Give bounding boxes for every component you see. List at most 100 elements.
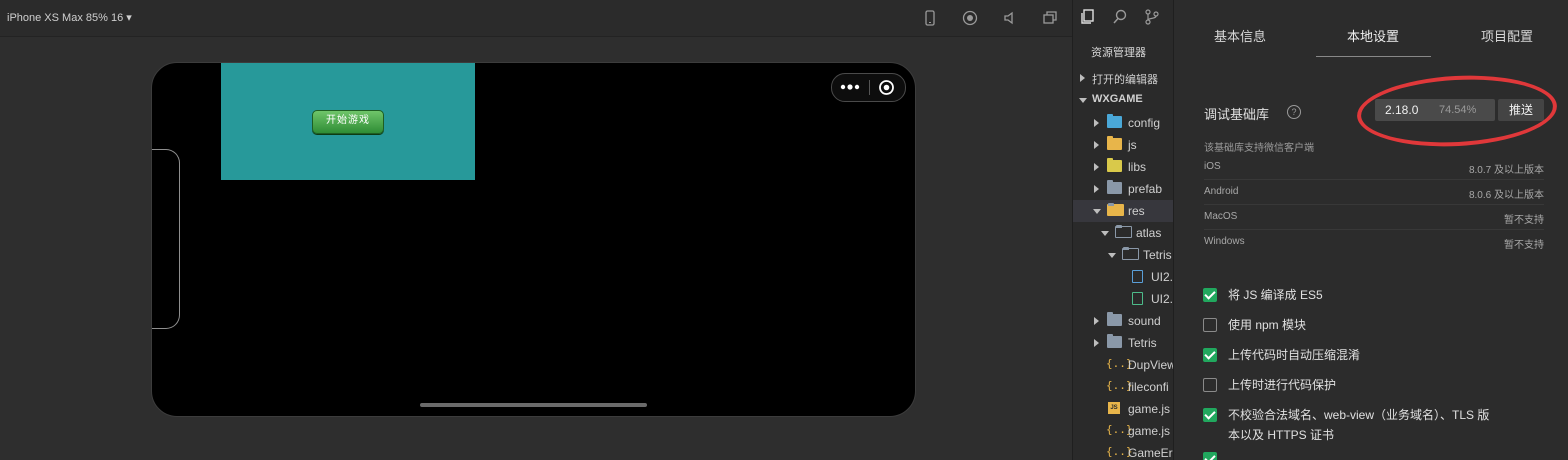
phone-screen[interactable]: 开始游戏	[151, 62, 916, 417]
checkbox-unchecked[interactable]	[1203, 318, 1217, 332]
tree-item-game-json[interactable]: {..} game.js	[1073, 420, 1173, 442]
tree-item-game-js[interactable]: JS game.js	[1073, 398, 1173, 420]
open-editors-section[interactable]: 打开的编辑器	[1073, 67, 1173, 89]
search-icon[interactable]	[1112, 9, 1128, 25]
checkbox-checked[interactable]	[1203, 288, 1217, 302]
tree-item-label: config	[1128, 116, 1161, 130]
debug-lib-label: 调试基础库	[1204, 107, 1270, 122]
platform-row-ios: iOS 8.0.7 及以上版本	[1204, 155, 1544, 180]
json-icon: {..}	[1106, 445, 1133, 458]
tab-basic-info[interactable]: 基本信息	[1214, 26, 1266, 45]
chevron-right-icon	[1094, 163, 1099, 171]
tree-item-libs[interactable]: libs	[1073, 156, 1173, 178]
chevron-right-icon	[1094, 185, 1099, 193]
tree-item-fileconfig[interactable]: {..} fileconfi	[1073, 376, 1173, 398]
chevron-down-icon	[1108, 253, 1116, 258]
tree-item-label: Tetris	[1128, 336, 1157, 350]
folder-open-icon	[1107, 203, 1124, 216]
tree-item-config[interactable]: config	[1073, 112, 1173, 134]
option-label: 上传时进行代码保护	[1228, 378, 1337, 392]
checkbox-checked[interactable]	[1203, 408, 1217, 422]
phone-icon[interactable]	[921, 9, 939, 27]
record-icon[interactable]	[961, 9, 979, 27]
json-icon: {..}	[1106, 357, 1133, 370]
platform-version: 暂不支持	[1504, 240, 1544, 251]
option-label: 使用 npm 模块	[1228, 318, 1307, 332]
files-icon[interactable]	[1080, 9, 1096, 25]
folder-icon	[1107, 312, 1122, 326]
capsule-menu[interactable]	[831, 73, 906, 102]
tree-item-prefab[interactable]: prefab	[1073, 178, 1173, 200]
device-notch	[152, 149, 180, 329]
tree-item-atlas[interactable]: atlas	[1073, 222, 1173, 244]
tree-item-label: game.js	[1128, 424, 1171, 438]
checkbox-unchecked[interactable]	[1203, 378, 1217, 392]
tree-item-label: atlas	[1136, 226, 1162, 240]
tree-item-res[interactable]: res	[1073, 200, 1173, 222]
more-icon[interactable]	[840, 82, 862, 92]
source-control-icon[interactable]	[1144, 9, 1160, 25]
tree-item-label: game.js	[1128, 402, 1171, 416]
platform-name: Android	[1204, 186, 1239, 197]
start-game-button[interactable]: 开始游戏	[312, 110, 384, 134]
section-label: 打开的编辑器	[1092, 74, 1158, 86]
checkbox-checked[interactable]	[1203, 452, 1217, 460]
tree-item-tetris[interactable]: Tetris	[1073, 332, 1173, 354]
tree-item-js[interactable]: js	[1073, 134, 1173, 156]
tree-item-label: UI2.	[1151, 292, 1173, 306]
tree-item-label: sound	[1128, 314, 1161, 328]
folder-icon	[1107, 158, 1122, 172]
close-miniprogram-icon[interactable]	[878, 79, 895, 96]
tree-item-label: GameEr	[1128, 446, 1173, 460]
explorer-title: 资源管理器	[1091, 47, 1146, 59]
tree-item-label: UI2.	[1151, 270, 1173, 284]
tree-item-label: js	[1128, 138, 1137, 152]
active-tab-indicator	[1316, 56, 1431, 57]
json-icon: {..}	[1106, 379, 1133, 392]
tree-item-label: DupView	[1128, 358, 1173, 372]
window-icon[interactable]	[1041, 9, 1059, 27]
folder-open-icon	[1122, 247, 1139, 260]
volume-icon[interactable]	[1001, 9, 1019, 27]
tree-item-ui2-png[interactable]: UI2.	[1073, 288, 1173, 310]
tree-item-gameentry[interactable]: {..} GameEr	[1073, 442, 1173, 460]
json-icon: {..}	[1106, 423, 1133, 436]
platform-name: Windows	[1204, 236, 1245, 247]
game-canvas[interactable]: 开始游戏	[221, 63, 475, 180]
section-label: WXGAME	[1092, 93, 1143, 105]
platform-version: 8.0.6 及以上版本	[1468, 190, 1544, 201]
tree-item-tetris-folder[interactable]: Tetris	[1073, 244, 1173, 266]
platform-row-windows: Windows 暂不支持	[1204, 230, 1544, 254]
platform-name: iOS	[1204, 161, 1221, 172]
project-section[interactable]: WXGAME	[1073, 89, 1173, 111]
tree-item-dupview[interactable]: {..} DupView	[1073, 354, 1173, 376]
option-label: 将 JS 编译成 ES5	[1228, 288, 1323, 302]
folder-icon	[1107, 114, 1122, 128]
option-label: 上传代码时自动压缩混淆	[1228, 348, 1361, 362]
checkbox-checked[interactable]	[1203, 348, 1217, 362]
folder-icon	[1107, 136, 1122, 150]
folder-icon	[1107, 334, 1122, 348]
platform-name: MacOS	[1204, 211, 1238, 222]
platform-version: 暂不支持	[1504, 215, 1544, 226]
folder-icon	[1107, 180, 1122, 194]
tree-item-ui2-atlas[interactable]: UI2.	[1073, 266, 1173, 288]
chevron-right-icon	[1094, 141, 1099, 149]
tree-item-sound[interactable]: sound	[1073, 310, 1173, 332]
tab-project-config[interactable]: 项目配置	[1481, 26, 1533, 45]
tab-local-settings[interactable]: 本地设置	[1347, 26, 1399, 45]
capsule-divider	[869, 80, 870, 95]
chevron-right-icon	[1094, 339, 1099, 347]
folder-open-icon	[1115, 225, 1132, 238]
file-explorer: 资源管理器 打开的编辑器 WXGAME config js libs prefa…	[1072, 0, 1173, 460]
help-icon[interactable]: ?	[1287, 105, 1301, 119]
js-file-icon: JS	[1108, 402, 1120, 414]
device-selector[interactable]: iPhone XS Max 85% 16 ▾	[7, 11, 132, 24]
explorer-toolbar	[1073, 0, 1173, 36]
tree-item-label: fileconfi	[1128, 380, 1169, 394]
highlight-annotation	[1355, 70, 1559, 152]
tree-item-label: libs	[1128, 160, 1147, 174]
simulator-toolbar: iPhone XS Max 85% 16 ▾	[0, 0, 1072, 37]
chevron-right-icon	[1080, 74, 1085, 82]
chevron-down-icon	[1079, 98, 1087, 103]
